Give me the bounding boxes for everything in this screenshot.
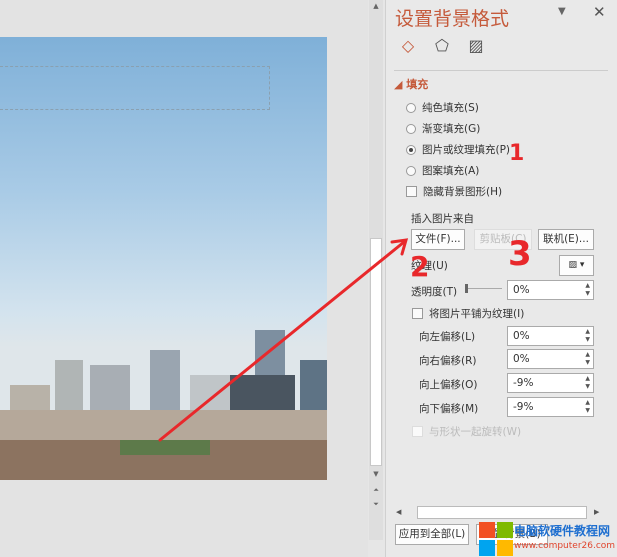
annotation-2: 2 bbox=[410, 250, 429, 283]
windows-logo-icon bbox=[479, 522, 513, 556]
red-arrow bbox=[158, 240, 406, 442]
watermark-url: www.computer26.com bbox=[514, 541, 616, 551]
annotation-1: 1 bbox=[509, 141, 524, 166]
watermark: 电脑软硬件教程网 www.computer26.com bbox=[477, 518, 617, 557]
annotation-overlay: 1 2 3 bbox=[158, 141, 532, 442]
annotation-3: 3 bbox=[508, 234, 532, 274]
watermark-title: 电脑软硬件教程网 bbox=[514, 524, 611, 538]
